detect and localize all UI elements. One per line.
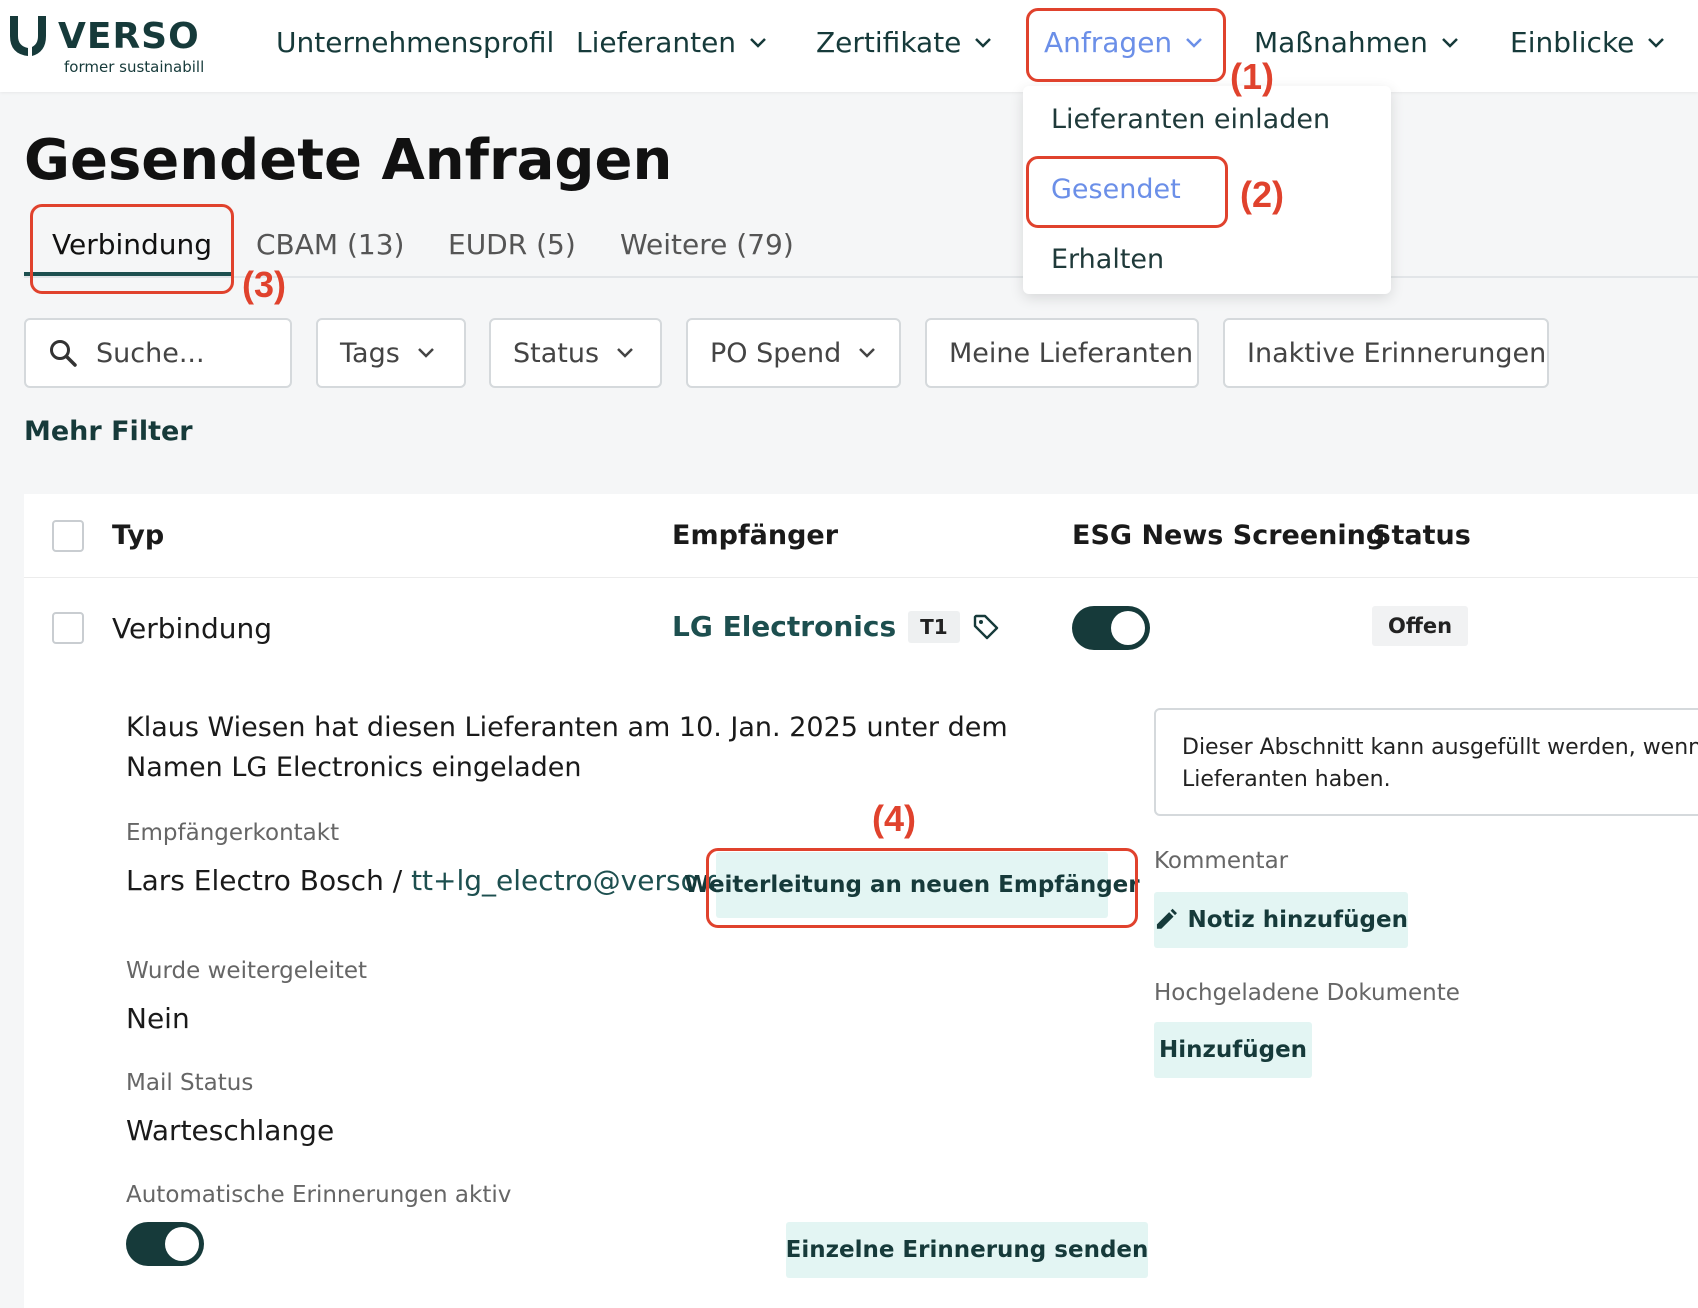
add-document-button[interactable]: Hinzufügen [1154,1022,1312,1078]
annotation-label-1: (1) [1230,56,1274,97]
recipient-link[interactable]: LG Electronics T1 [672,610,1000,643]
documents-label: Hochgeladene Dokumente [1154,980,1460,1006]
search-icon [50,340,77,367]
search-input[interactable]: Suche... [24,318,292,388]
tags-filter[interactable]: Tags [316,318,466,388]
search-placeholder: Suche... [96,337,205,369]
contact-label: Empfängerkontakt [126,820,340,846]
highlight-box-2 [1026,156,1228,228]
nav-lieferanten[interactable]: Lieferanten [576,26,766,59]
recipient-name: LG Electronics [672,610,897,643]
nav-massnahmen[interactable]: Maßnahmen [1254,26,1458,59]
send-single-reminder-button[interactable]: Einzelne Erinnerung senden [786,1222,1148,1278]
filter-label: Tags [340,337,400,369]
column-header-type[interactable]: Typ [112,520,164,551]
po-spend-filter[interactable]: PO Spend [686,318,901,388]
nav-unternehmensprofil[interactable]: Unternehmensprofil [276,26,554,59]
filter-label: Meine Lieferanten [949,337,1194,369]
more-filters-link[interactable]: Mehr Filter [24,416,193,447]
annotation-label-3: (3) [242,264,286,305]
column-header-recipient[interactable]: Empfänger [672,520,838,551]
chevron-down-icon [417,348,434,358]
invitation-info: Klaus Wiesen hat diesen Lieferanten am 1… [126,712,1008,783]
table-header: Typ Empfänger ESG News Screening Status [24,494,1698,578]
info-box-line: Dieser Abschnitt kann ausgefüllt werden,… [1182,735,1698,760]
chevron-down-icon [975,37,992,48]
chevron-down-icon [750,37,766,48]
tag-icon[interactable] [972,613,1000,641]
highlight-box-1 [1026,8,1226,82]
contact-name: Lars Electro Bosch / [126,864,412,897]
auto-reminders-toggle[interactable] [126,1222,204,1266]
row-checkbox[interactable] [52,612,84,644]
brand-name: VERSO [58,16,200,57]
toggle-knob [165,1227,199,1261]
tab-eudr[interactable]: EUDR (5) [448,228,576,261]
row-type: Verbindung [112,612,273,645]
info-box-line: Lieferanten haben. [1182,767,1391,792]
annotation-label-4: (4) [872,798,916,839]
mail-status-value: Warteschlange [126,1114,335,1147]
pencil-icon [1156,908,1177,929]
filter-label: PO Spend [710,337,842,369]
tab-weitere[interactable]: Weitere (79) [620,228,794,261]
auto-reminders-label: Automatische Erinnerungen aktiv [126,1182,512,1208]
highlight-box-3 [30,204,234,294]
status-badge: Offen [1372,606,1469,646]
menu-item-invite-suppliers[interactable]: Lieferanten einladen [1051,104,1330,135]
column-header-esg[interactable]: ESG News Screening [1072,520,1385,551]
page-title: Gesendete Anfragen [24,128,673,193]
chevron-down-icon [1648,37,1665,48]
brand-subtitle: former sustainabill [64,58,205,76]
status-filter[interactable]: Status [489,318,662,388]
nav-zertifikate[interactable]: Zertifikate [816,26,992,59]
column-header-status[interactable]: Status [1372,520,1471,551]
menu-item-received[interactable]: Erhalten [1051,244,1164,275]
top-navbar: VERSO former sustainabill Unternehmenspr… [0,0,1698,92]
chevron-down-icon [859,348,876,358]
highlight-box-4 [706,848,1138,928]
comment-label: Kommentar [1154,848,1289,874]
my-suppliers-filter[interactable]: Meine Lieferanten [925,318,1199,388]
chevron-down-icon [617,348,633,358]
esg-screening-toggle[interactable] [1072,606,1150,650]
inactive-reminders-filter[interactable]: Inaktive Erinnerungen [1223,318,1549,388]
tab-cbam[interactable]: CBAM (13) [256,228,404,261]
forwarded-label: Wurde weitergeleitet [126,958,368,984]
add-note-button[interactable]: Notiz hinzufügen [1154,892,1408,948]
add-note-label: Notiz hinzufügen [1187,907,1408,933]
filter-label: Inaktive Erinnerungen [1247,337,1547,369]
annotation-label-2: (2) [1240,174,1284,215]
chevron-down-icon [1441,37,1458,48]
info-box: Dieser Abschnitt kann ausgefüllt werden,… [1154,708,1698,816]
verso-logo-icon [10,16,46,56]
mail-status-label: Mail Status [126,1070,254,1096]
nav-label: Einblicke [1510,26,1635,59]
forwarded-value: Nein [126,1002,190,1035]
select-all-checkbox[interactable] [52,520,84,552]
nav-label: Unternehmensprofil [276,26,555,59]
contact-value: Lars Electro Bosch / tt+lg_electro@verso… [126,864,741,897]
nav-einblicke[interactable]: Einblicke [1510,26,1665,59]
filter-label: Status [513,337,600,369]
nav-label: Lieferanten [576,26,737,59]
nav-label: Maßnahmen [1254,26,1428,59]
nav-label: Zertifikate [816,26,962,59]
toggle-knob [1111,611,1145,645]
tier-badge: T1 [908,610,960,643]
